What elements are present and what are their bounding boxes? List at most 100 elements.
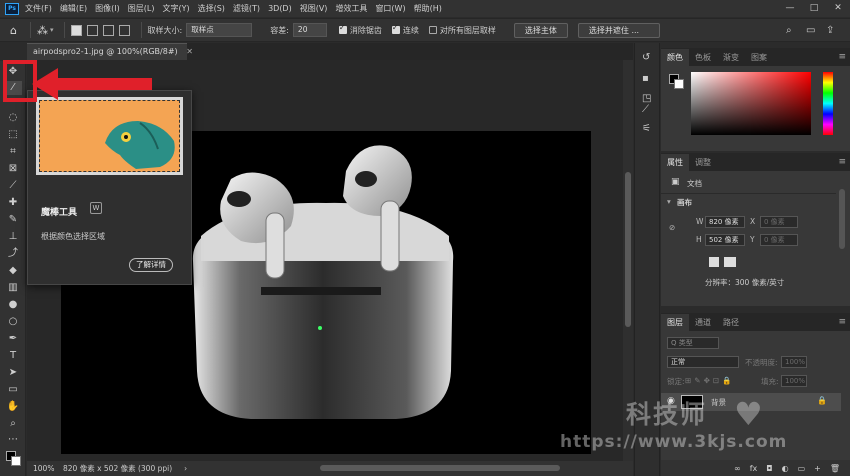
lock-icons[interactable]: ⊞✎✥⊡🔒 <box>685 376 734 385</box>
chevron-down-icon[interactable]: ▾ <box>667 197 671 206</box>
background-color-swatch[interactable] <box>11 456 21 466</box>
chevron-right-icon[interactable]: › <box>184 464 187 473</box>
gradient-tool-icon[interactable]: ▥ <box>4 281 22 295</box>
zoom-tool-icon[interactable]: ⌕ <box>4 417 22 431</box>
panel-menu-icon[interactable]: ≡ <box>838 317 846 327</box>
panel-menu-icon[interactable]: ≡ <box>838 157 846 167</box>
learn-more-button[interactable]: 了解详情 <box>129 258 173 272</box>
crop-tool-icon[interactable]: ⌗ <box>4 145 22 159</box>
tab-color[interactable]: 颜色 <box>661 49 689 66</box>
tab-gradients[interactable]: 渐变 <box>717 49 745 66</box>
link-icon[interactable]: ⊘ <box>669 223 675 232</box>
tab-patterns[interactable]: 图案 <box>745 49 773 66</box>
menu-plugins[interactable]: 增效工具 <box>335 3 367 14</box>
tab-layers[interactable]: 图层 <box>661 314 689 331</box>
lock-icon[interactable]: 🔒 <box>817 396 827 405</box>
menu-help[interactable]: 帮助(H) <box>414 3 442 14</box>
home-icon[interactable]: ⌂ <box>10 24 24 37</box>
intersect-selection-icon[interactable] <box>118 24 130 36</box>
menu-layer[interactable]: 图层(L) <box>128 3 155 14</box>
tab-properties[interactable]: 属性 <box>661 154 689 171</box>
layer-name[interactable]: 背景 <box>711 397 726 408</box>
fx-icon[interactable]: fx <box>750 464 758 473</box>
contiguous-checkbox[interactable] <box>391 23 400 34</box>
bg-color-chip[interactable] <box>674 79 684 89</box>
menu-file[interactable]: 文件(F) <box>25 3 52 14</box>
magic-wand-preset-icon[interactable]: ⁂ <box>37 24 48 37</box>
menu-type[interactable]: 文字(Y) <box>162 3 189 14</box>
stamp-tool-icon[interactable]: ⊥ <box>4 230 22 244</box>
select-subject-button[interactable]: 选择主体 <box>513 22 568 38</box>
tolerance-input[interactable]: 20 <box>292 23 327 37</box>
object-select-tool-icon[interactable]: ⬚ <box>4 128 22 142</box>
history-brush-tool-icon[interactable]: ⤴ <box>4 247 22 261</box>
share-icon[interactable]: ⇪ <box>826 25 834 36</box>
zoom-level[interactable]: 100% <box>33 464 63 473</box>
close-icon[interactable]: ✕ <box>186 47 193 56</box>
comment-icon[interactable]: ▪ <box>642 73 649 84</box>
color-field[interactable] <box>691 72 811 135</box>
group-icon[interactable]: ▭ <box>798 464 806 473</box>
trash-icon[interactable]: 🗑 <box>830 464 840 473</box>
menu-filter[interactable]: 滤镜(T) <box>233 3 260 14</box>
landscape-icon[interactable] <box>724 257 736 267</box>
menu-window[interactable]: 窗口(W) <box>375 3 405 14</box>
menu-edit[interactable]: 编辑(E) <box>60 3 87 14</box>
eraser-tool-icon[interactable]: ◆ <box>4 264 22 278</box>
width-field[interactable]: 820 像素 <box>705 216 745 228</box>
horizontal-scroll-thumb[interactable] <box>320 465 560 471</box>
antialias-checkbox[interactable] <box>338 23 347 34</box>
tab-paths[interactable]: 路径 <box>717 314 745 331</box>
blend-mode-select[interactable]: 正常 <box>667 356 739 368</box>
libraries-icon[interactable]: ◳ <box>642 93 651 104</box>
y-field[interactable]: 0 像素 <box>760 234 798 246</box>
frame-tool-icon[interactable]: ⊠ <box>4 162 22 176</box>
type-tool-icon[interactable]: T <box>4 349 22 363</box>
search-icon[interactable]: ⌕ <box>786 25 792 36</box>
dodge-tool-icon[interactable]: ○ <box>4 315 22 329</box>
adjust-settings-icon[interactable]: ⚟ <box>642 123 651 134</box>
history-icon[interactable]: ↺ <box>642 52 650 63</box>
new-layer-icon[interactable]: + <box>814 464 821 473</box>
healing-brush-tool-icon[interactable]: ✚ <box>4 196 22 210</box>
menu-image[interactable]: 图像(I) <box>95 3 120 14</box>
mask-icon[interactable]: ◘ <box>766 464 772 473</box>
sample-all-layers-checkbox[interactable] <box>428 26 437 34</box>
tab-adjustments[interactable]: 调整 <box>689 154 717 171</box>
subtract-selection-icon[interactable] <box>102 24 114 36</box>
chevron-down-icon[interactable]: ▾ <box>50 26 54 34</box>
hand-tool-icon[interactable]: ✋ <box>4 400 22 414</box>
adjustment-layer-icon[interactable]: ◐ <box>782 464 789 473</box>
document-info[interactable]: 820 像素 x 502 像素 (300 ppi) <box>63 463 172 474</box>
link-layers-icon[interactable]: ∞ <box>734 464 741 473</box>
lasso-tool-icon[interactable]: ◌ <box>4 111 22 125</box>
close-window-button[interactable]: ✕ <box>826 0 850 17</box>
x-field[interactable]: 0 像素 <box>760 216 798 228</box>
pen-tool-icon[interactable]: ✒ <box>4 332 22 346</box>
select-and-mask-button[interactable]: 选择并遮住 ... <box>577 22 660 38</box>
menu-3d[interactable]: 3D(D) <box>268 4 292 13</box>
rectangle-tool-icon[interactable]: ▭ <box>4 383 22 397</box>
menu-view[interactable]: 视图(V) <box>300 3 328 14</box>
panel-menu-icon[interactable]: ≡ <box>838 52 846 62</box>
portrait-icon[interactable] <box>709 257 719 267</box>
layer-filter-input[interactable]: Q 类型 <box>667 337 719 349</box>
height-field[interactable]: 502 像素 <box>705 234 745 246</box>
tab-swatches[interactable]: 色板 <box>689 49 717 66</box>
tab-channels[interactable]: 通道 <box>689 314 717 331</box>
vertical-scroll-thumb[interactable] <box>625 172 631 327</box>
workspace-icon[interactable]: ▭ <box>806 25 815 36</box>
blur-tool-icon[interactable]: ● <box>4 298 22 312</box>
path-select-tool-icon[interactable]: ➤ <box>4 366 22 380</box>
eyedropper-tool-icon[interactable]: ⟋ <box>4 179 22 193</box>
hue-slider[interactable] <box>823 72 833 135</box>
more-tools-icon[interactable]: ⋯ <box>4 433 22 447</box>
add-selection-icon[interactable] <box>86 24 98 36</box>
menu-select[interactable]: 选择(S) <box>198 3 225 14</box>
brush-tool-icon[interactable]: ✎ <box>4 213 22 227</box>
properties-scrollbar[interactable] <box>839 189 845 249</box>
opacity-field[interactable]: 100% <box>781 356 807 368</box>
fill-field[interactable]: 100% <box>781 375 807 387</box>
document-tab[interactable]: airpodspro2-1.jpg @ 100%(RGB/8#) ✕ <box>27 43 193 60</box>
brush-settings-icon[interactable]: ⟋ <box>642 104 649 115</box>
